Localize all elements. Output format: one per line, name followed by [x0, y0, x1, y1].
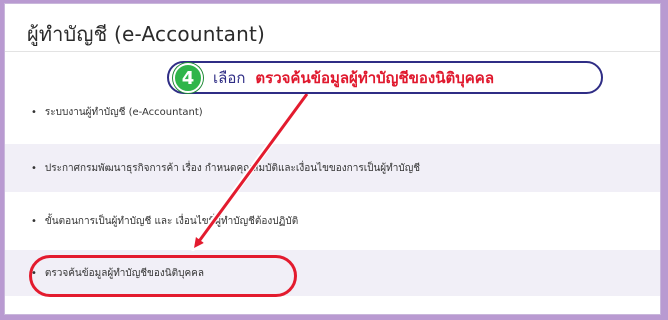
callout-link-text: ตรวจค้นข้อมูลผู้ทำบัญชีของนิติบุคคล — [255, 68, 495, 87]
pointer-arrow — [190, 91, 310, 251]
step-number-badge: 4 — [173, 63, 203, 93]
content-panel: ผู้ทำบัญชี (e-Accountant) • ระบบงานผู้ทำ… — [4, 3, 661, 315]
callout-prefix: เลือก — [213, 68, 246, 87]
instruction-callout: 4 เลือก ตรวจค้นข้อมูลผู้ทำบัญชีของนิติบุ… — [167, 61, 603, 94]
